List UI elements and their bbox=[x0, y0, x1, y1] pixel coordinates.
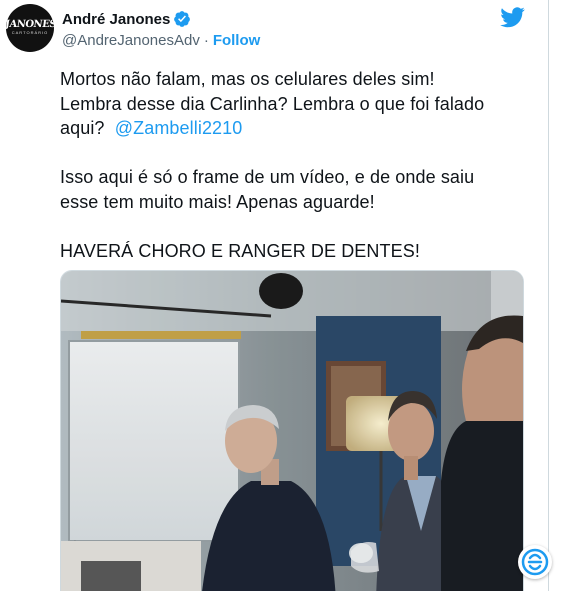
twitter-bird-icon[interactable] bbox=[500, 7, 525, 28]
embed-widget-glyph bbox=[521, 548, 549, 576]
tweet-line: HAVERÁ CHORO E RANGER DE DENTES! bbox=[60, 240, 420, 261]
tweet-text: Mortos não falam, mas os celulares deles… bbox=[60, 67, 530, 263]
tweet-card: JANONES CARTORÁRIO André Janones @AndreJ… bbox=[0, 0, 549, 591]
display-name[interactable]: André Janones bbox=[62, 11, 170, 28]
tweet-line: Lembra desse dia Carlinha? Lembra o que … bbox=[60, 93, 485, 114]
follow-button[interactable]: Follow bbox=[213, 32, 261, 49]
tweet-line: Isso aqui é só o frame de um vídeo, e de… bbox=[60, 167, 475, 187]
verified-badge-icon bbox=[174, 11, 191, 27]
author-info: André Janones @AndreJanonesAdv · Follow bbox=[62, 9, 260, 50]
tweet-media-photo[interactable] bbox=[60, 270, 524, 591]
display-name-row: André Janones bbox=[62, 9, 260, 29]
mention-link[interactable]: @Zambelli2210 bbox=[115, 118, 243, 138]
tweet-line: esse tem muito mais! Apenas aguarde! bbox=[60, 191, 375, 212]
tweet-header: JANONES CARTORÁRIO André Janones @AndreJ… bbox=[6, 4, 548, 56]
tweet-line-prefix: aqui? bbox=[60, 118, 105, 138]
handle-row: @AndreJanonesAdv · Follow bbox=[62, 30, 260, 50]
avatar-logo-subtext: CARTORÁRIO bbox=[11, 30, 49, 35]
avatar-logo-text: JANONES bbox=[6, 19, 54, 30]
embed-widget-icon[interactable] bbox=[518, 545, 552, 579]
tweet-line-with-mention: aqui? @Zambelli2210 bbox=[60, 116, 530, 141]
avatar[interactable]: JANONES CARTORÁRIO bbox=[6, 4, 54, 52]
separator-dot: · bbox=[203, 31, 209, 49]
author-handle[interactable]: @AndreJanonesAdv bbox=[62, 32, 200, 49]
tweet-line: Mortos não falam, mas os celulares deles… bbox=[60, 69, 435, 89]
video-frame-image bbox=[61, 271, 523, 591]
